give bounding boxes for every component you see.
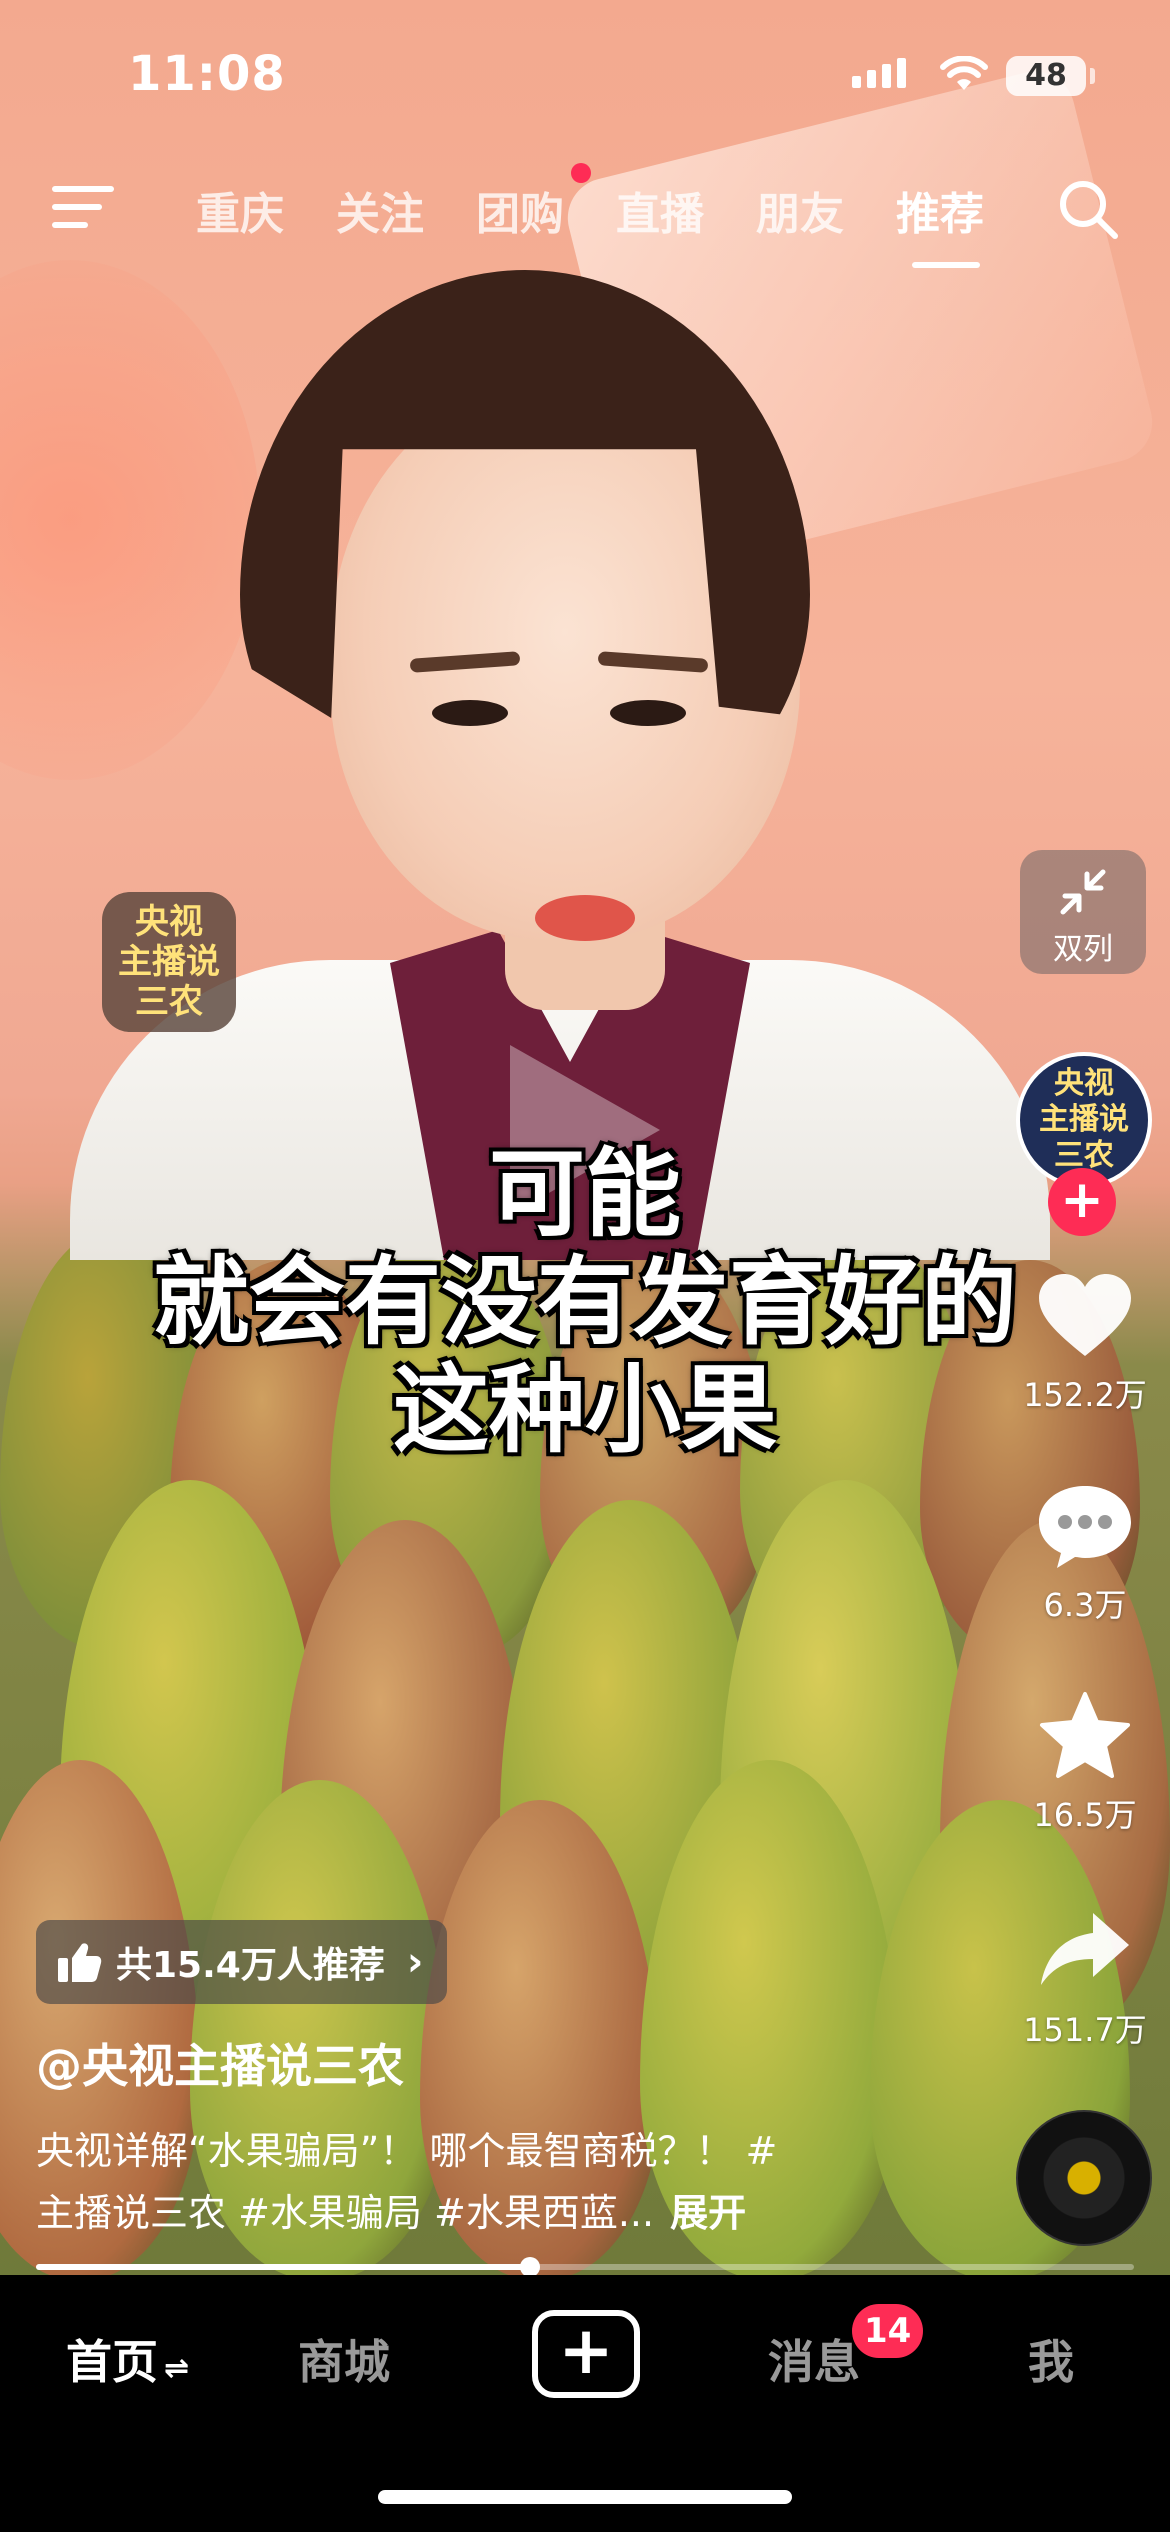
favorite-button[interactable]: 16.5万 [1010,1690,1160,1836]
status-bar: 11:08 48 [0,0,1170,150]
share-button[interactable]: 151.7万 [1010,1905,1160,2051]
anchor-eye-left [432,700,508,726]
cellular-signal-icon [852,58,906,88]
anchor-eye-right [610,700,686,726]
studio-light-left [0,260,260,780]
messages-badge: 14 [852,2304,924,2358]
logo-line: 三农 [135,982,203,1022]
share-count: 151.7万 [1023,2011,1147,2049]
author-name[interactable]: @央视主播说三农 [36,2030,404,2096]
progress-fill [36,2264,531,2270]
comment-icon [1039,1486,1131,1568]
battery-icon: 48 [1006,56,1086,96]
comment-count: 6.3万 [1043,1586,1127,1624]
logo-line: 央视 [135,902,203,942]
tab-messages[interactable]: 消息 [768,2326,860,2392]
music-disc-icon[interactable] [1016,2110,1152,2246]
comment-button[interactable]: 6.3万 [1010,1480,1160,1626]
subtitle-line: 这种小果 [393,1354,777,1466]
follow-button[interactable]: + [1048,1168,1116,1236]
share-arrow-icon [1041,1913,1129,1985]
tab-home-label: 首页 [66,2335,158,2389]
tab-me[interactable]: 我 [1028,2326,1074,2392]
dual-column-button[interactable]: 双列 [1020,850,1146,974]
recommend-pill[interactable]: 共15.4万人推荐 › [36,1920,448,2004]
search-icon[interactable] [1055,176,1121,242]
recommend-text: 共15.4万人推荐 [116,1945,385,1986]
progress-knob[interactable] [520,2257,541,2277]
avatar-text: 主播说 [1039,1102,1129,1137]
chevron-right-icon: › [406,1939,424,1985]
tab-chongqing[interactable]: 重庆 [196,178,284,242]
tab-group-buy[interactable]: 团购 [476,178,564,242]
wifi-icon [940,56,988,90]
like-button[interactable]: 152.2万 [1010,1270,1160,1416]
battery-tip [1090,68,1095,84]
description-line-2: 主播说三农 #水果骗局 #水果西蓝... 展开 [36,2182,936,2244]
channel-logo-badge: 央视 主播说 三农 [102,892,236,1032]
status-time: 11:08 [128,46,286,102]
menu-icon[interactable] [52,182,114,234]
heart-icon [1039,1274,1131,1356]
expand-link[interactable]: 展开 [670,2191,746,2235]
notification-dot [571,163,591,183]
home-indicator [378,2490,792,2504]
video-subtitle: 可能 就会有没有发育好的 这种小果 [0,1140,1170,1464]
tab-mall[interactable]: 商城 [298,2326,390,2392]
playback-progress-bar[interactable] [36,2257,1134,2277]
swap-icon: ⇌ [164,2351,190,2386]
star-icon [1040,1692,1130,1778]
logo-line: 主播说 [118,942,220,982]
video-description[interactable]: 央视详解“水果骗局”！ 哪个最智商税？！ # 主播说三农 #水果骗局 #水果西蓝… [36,2120,936,2244]
description-line: 央视详解“水果骗局”！ 哪个最智商税？！ # [36,2129,778,2173]
subtitle-line: 就会有没有发育好的 [153,1246,1017,1358]
avatar-text: 央视 [1054,1066,1114,1101]
favorite-count: 16.5万 [1033,1796,1137,1834]
subtitle-line: 可能 [489,1138,681,1250]
collapse-arrows-icon [1060,869,1106,915]
create-plus-button[interactable]: + [532,2310,640,2398]
tab-live[interactable]: 直播 [616,178,704,242]
tab-following[interactable]: 关注 [336,178,424,242]
tab-friends[interactable]: 朋友 [756,178,844,242]
active-tab-indicator [912,262,980,268]
anchor-lips [535,895,635,941]
tab-home[interactable]: 首页 ⇌ [66,2326,189,2392]
tab-recommend[interactable]: 推荐 [896,178,984,242]
thumbs-up-icon [58,1943,102,1982]
like-count: 152.2万 [1023,1376,1147,1414]
dual-column-label: 双列 [1053,932,1113,967]
description-text: 主播说三农 #水果骗局 #水果西蓝... [36,2191,655,2235]
